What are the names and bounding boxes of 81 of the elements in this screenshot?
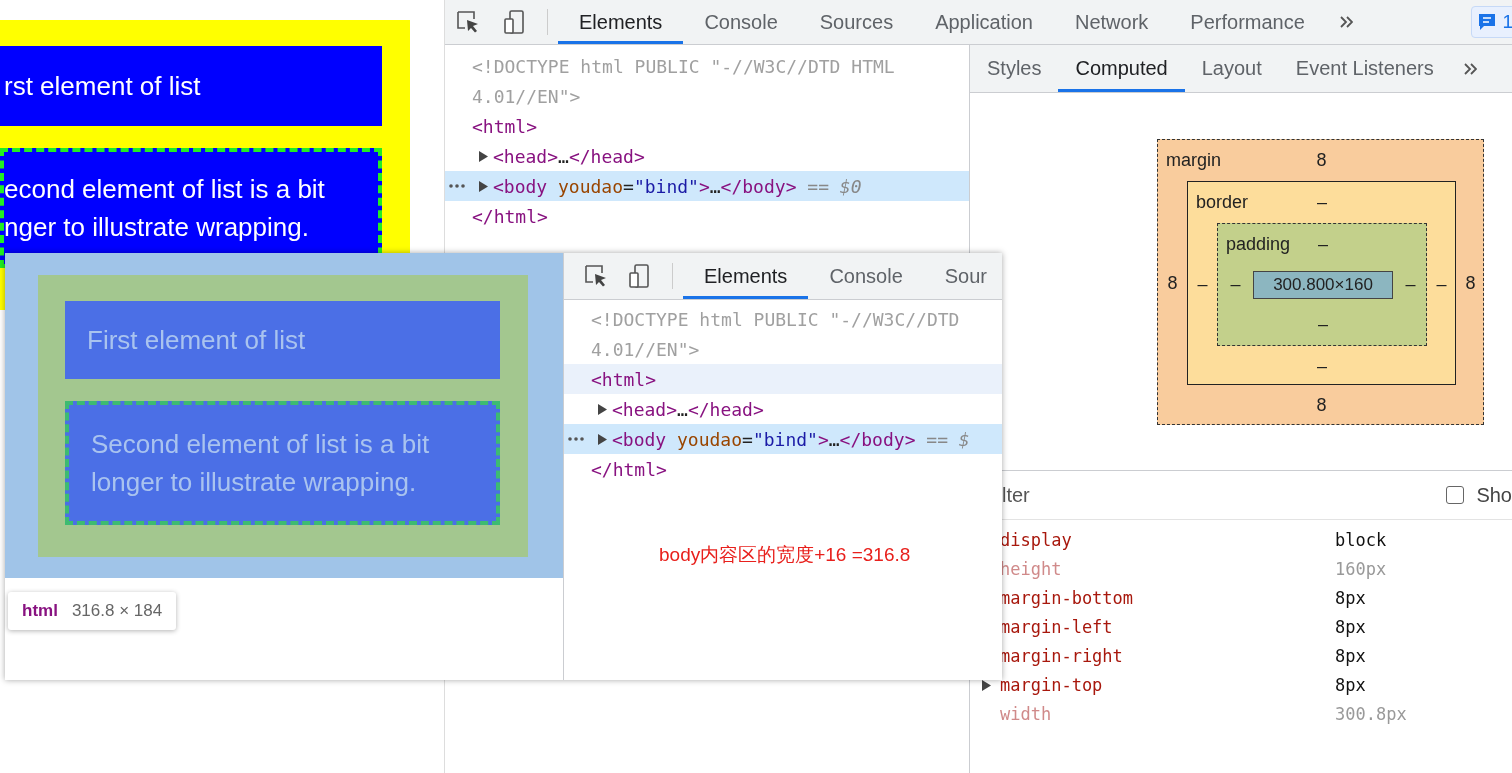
property-name: height	[1000, 558, 1062, 579]
issues-badge[interactable]: 1	[1471, 6, 1512, 38]
property-name: margin-left	[1000, 616, 1113, 637]
code-line: <html>	[591, 368, 657, 390]
tree-row[interactable]: <html>	[564, 364, 1002, 394]
code-line: <head>…</head>	[493, 145, 645, 167]
box-value: –	[1197, 274, 1208, 295]
property-value: 300.8px	[1335, 703, 1407, 724]
box-value: 8	[1316, 395, 1327, 416]
tab[interactable]: Network	[1054, 0, 1170, 44]
list-item: First element of list	[65, 301, 500, 379]
box-value: 8	[1316, 150, 1327, 171]
code-line: <html>	[472, 115, 538, 137]
box-value: –	[1317, 192, 1327, 213]
box-value: –	[1230, 274, 1241, 295]
list-item: rst element of list	[0, 46, 382, 126]
more-tabs-icon[interactable]	[1464, 62, 1478, 75]
property-value: 8px	[1335, 674, 1366, 695]
tab[interactable]: Console	[683, 0, 799, 44]
tab[interactable]: Computed	[1058, 45, 1185, 92]
tab[interactable]: Application	[914, 0, 1054, 44]
property-name: margin-top	[1000, 674, 1103, 695]
code-line: <head>…</head>	[612, 398, 764, 420]
property-name: width	[1000, 703, 1052, 724]
tree-row[interactable]: <head>…</head>	[445, 141, 969, 171]
box-value: –	[1405, 274, 1416, 295]
property-value: block	[1335, 529, 1387, 550]
padding-label: padding	[1225, 234, 1292, 255]
inspect-icon[interactable]	[457, 11, 479, 33]
property-value: 160px	[1335, 558, 1387, 579]
tab[interactable]: Sour	[923, 253, 1002, 299]
code-line: <body youdao="bind">…</body> == $	[612, 428, 970, 450]
box-value: –	[1436, 274, 1447, 295]
tree-row[interactable]: <body youdao="bind">…</body> == $0	[445, 171, 969, 201]
ellipsis-icon	[568, 435, 584, 443]
device-toolbar-icon[interactable]	[504, 10, 524, 34]
tree-row[interactable]: </html>	[445, 201, 969, 231]
box-value: –	[1318, 234, 1328, 255]
tab[interactable]: Elements	[683, 253, 809, 299]
margin-label: margin	[1165, 150, 1223, 171]
property-value: 8px	[1335, 616, 1366, 637]
tree-row[interactable]: </html>	[564, 454, 1002, 484]
tab[interactable]: Styles	[970, 45, 1059, 92]
code-line: <!DOCTYPE html PUBLIC "-//W3C//DTD	[591, 308, 960, 330]
message-icon	[1478, 13, 1497, 31]
box-value: –	[1318, 314, 1328, 335]
code-line: 4.01//EN">	[591, 338, 700, 360]
more-tabs-icon[interactable]	[1340, 16, 1354, 28]
tab[interactable]: Event Listeners	[1278, 45, 1451, 92]
code-line: <body youdao="bind">…</body> == $0	[493, 175, 862, 197]
property-name: display	[1000, 529, 1072, 550]
property-value: 8px	[1335, 645, 1366, 666]
property-value: 8px	[1335, 587, 1366, 608]
box-value: 8	[1465, 272, 1476, 294]
tab[interactable]: Elements	[558, 0, 684, 44]
code-line: <!DOCTYPE html PUBLIC "-//W3C//DTD HTML	[472, 55, 895, 77]
tab[interactable]: Sources	[798, 0, 915, 44]
tree-row[interactable]: <head>…</head>	[564, 394, 1002, 424]
tree-row[interactable]: <html>	[445, 111, 969, 141]
tab[interactable]: Performance	[1169, 0, 1326, 44]
code-line: </html>	[472, 205, 548, 227]
element-tooltip: html 316.8 × 184	[8, 592, 177, 630]
border-label: border	[1195, 192, 1250, 213]
box-value: –	[1317, 356, 1327, 377]
annotation-text: body内容区的宽度+16 =316.8	[659, 543, 912, 567]
ellipsis-icon	[449, 182, 465, 190]
filter-field[interactable]: lter	[1000, 482, 1304, 508]
tab[interactable]: Layout	[1184, 45, 1279, 92]
property-name: margin-right	[1000, 645, 1123, 666]
content-box: 300.800×160	[1253, 270, 1393, 299]
device-toolbar-icon[interactable]	[629, 264, 649, 288]
code-line: 4.01//EN">	[472, 85, 581, 107]
code-line: </html>	[591, 458, 667, 480]
checkbox[interactable]	[1446, 486, 1465, 504]
property-name: margin-bottom	[1000, 587, 1134, 608]
inspect-icon[interactable]	[585, 265, 607, 287]
tab[interactable]: Console	[808, 253, 924, 299]
tree-row[interactable]: <body youdao="bind">…</body> == $	[564, 424, 1002, 454]
box-value: 8	[1167, 272, 1178, 294]
checkbox-label: Sho	[1476, 483, 1512, 507]
list-item: Second element of list is a bit longer to illustrate wrapping.	[65, 401, 500, 525]
